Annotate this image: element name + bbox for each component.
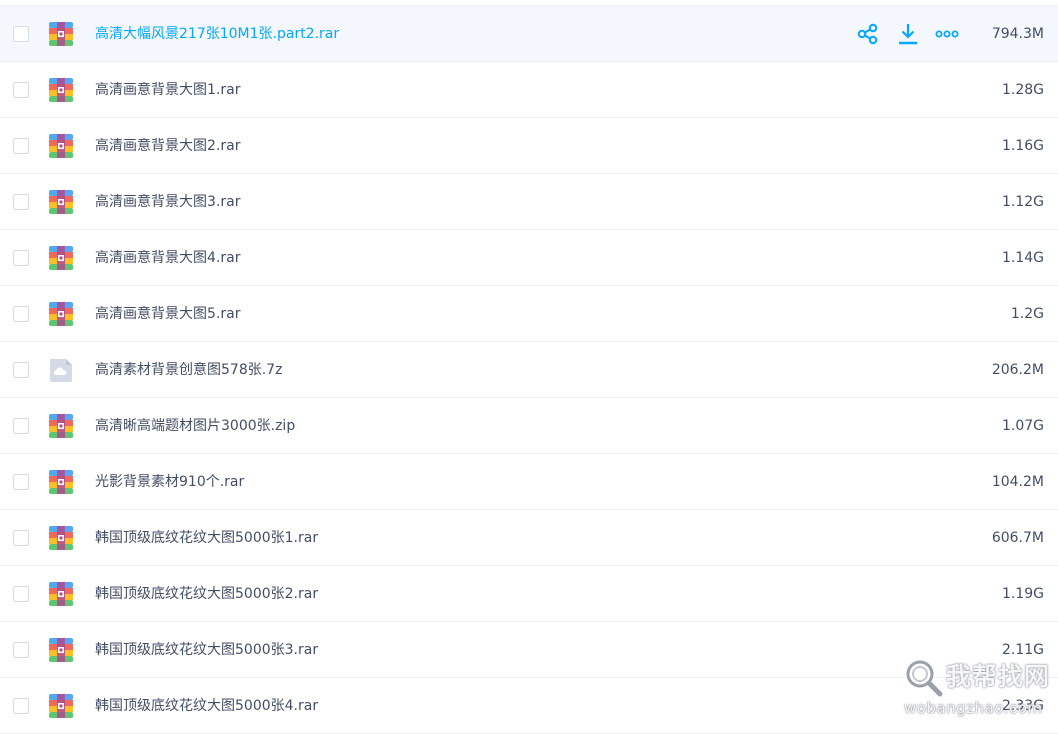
file-row[interactable]: 光影背景素材910个.rar 104.2M — [0, 454, 1058, 510]
file-name[interactable]: 高清晰高端题材图片3000张.zip — [95, 416, 295, 436]
file-size: 606.7M — [991, 530, 1044, 546]
rar-archive-icon — [49, 246, 73, 270]
rar-archive-icon — [49, 78, 73, 102]
watermark: 我帮找网 wobangzhao.com — [900, 652, 1058, 729]
row-checkbox[interactable] — [13, 530, 29, 546]
file-size: 1.14G — [1001, 250, 1044, 266]
row-checkbox[interactable] — [13, 250, 29, 266]
file-name[interactable]: 韩国顶级底纹花纹大图5000张1.rar — [95, 528, 318, 548]
cloud-file-icon — [50, 359, 72, 382]
rar-archive-icon — [49, 638, 73, 662]
rar-archive-icon — [49, 470, 73, 494]
file-name[interactable]: 高清画意背景大图3.rar — [95, 192, 240, 212]
rar-archive-icon — [49, 582, 73, 606]
more-icon[interactable] — [935, 22, 959, 46]
magnifier-icon — [906, 660, 943, 697]
file-name[interactable]: 韩国顶级底纹花纹大图5000张2.rar — [95, 584, 318, 604]
download-icon[interactable] — [896, 22, 920, 46]
file-row[interactable]: 韩国顶级底纹花纹大图5000张1.rar 606.7M — [0, 510, 1058, 566]
row-checkbox[interactable] — [13, 306, 29, 322]
watermark-url: wobangzhao.com — [904, 699, 1043, 717]
file-row[interactable]: 高清素材背景创意图578张.7z 206.2M — [0, 342, 1058, 398]
row-actions — [856, 22, 966, 46]
share-icon[interactable] — [856, 22, 880, 46]
file-row[interactable]: 高清晰高端题材图片3000张.zip 1.07G — [0, 398, 1058, 454]
rar-archive-icon — [49, 414, 73, 438]
file-name[interactable]: 光影背景素材910个.rar — [95, 472, 244, 492]
file-row[interactable]: 高清画意背景大图4.rar 1.14G — [0, 230, 1058, 286]
row-checkbox[interactable] — [13, 82, 29, 98]
file-name[interactable]: 高清画意背景大图4.rar — [95, 248, 240, 268]
row-checkbox[interactable] — [13, 26, 29, 42]
row-checkbox[interactable] — [13, 138, 29, 154]
file-size: 1.07G — [1001, 418, 1044, 434]
file-row[interactable]: 高清画意背景大图1.rar 1.28G — [0, 62, 1058, 118]
file-row[interactable]: 高清画意背景大图2.rar 1.16G — [0, 118, 1058, 174]
file-name[interactable]: 韩国顶级底纹花纹大图5000张3.rar — [95, 640, 318, 660]
watermark-text: 我帮找网 — [946, 662, 1051, 691]
row-checkbox[interactable] — [13, 474, 29, 490]
file-size: 794.3M — [991, 26, 1044, 42]
file-row[interactable]: 韩国顶级底纹花纹大图5000张2.rar 1.19G — [0, 566, 1058, 622]
file-name[interactable]: 高清画意背景大图2.rar — [95, 136, 240, 156]
file-list: 高清大幅风景217张10M1张.part2.rar 794.3M 高清画意背景大… — [0, 5, 1058, 734]
file-size: 1.28G — [1001, 82, 1044, 98]
rar-archive-icon — [49, 22, 73, 46]
rar-archive-icon — [49, 526, 73, 550]
row-checkbox[interactable] — [13, 418, 29, 434]
file-size: 104.2M — [991, 474, 1044, 490]
file-size: 1.12G — [1001, 194, 1044, 210]
rar-archive-icon — [49, 302, 73, 326]
file-name[interactable]: 高清素材背景创意图578张.7z — [95, 360, 282, 380]
file-size: 1.2G — [1010, 306, 1044, 322]
row-checkbox[interactable] — [13, 194, 29, 210]
row-checkbox[interactable] — [13, 698, 29, 714]
file-size: 1.19G — [1001, 586, 1044, 602]
file-name[interactable]: 韩国顶级底纹花纹大图5000张4.rar — [95, 696, 318, 716]
row-checkbox[interactable] — [13, 642, 29, 658]
rar-archive-icon — [49, 134, 73, 158]
file-name[interactable]: 高清画意背景大图1.rar — [95, 80, 240, 100]
file-row[interactable]: 高清画意背景大图5.rar 1.2G — [0, 286, 1058, 342]
file-size: 206.2M — [991, 362, 1044, 378]
file-size: 1.16G — [1001, 138, 1044, 154]
file-name[interactable]: 高清画意背景大图5.rar — [95, 304, 240, 324]
rar-archive-icon — [49, 694, 73, 718]
row-checkbox[interactable] — [13, 586, 29, 602]
row-checkbox[interactable] — [13, 362, 29, 378]
file-row[interactable]: 高清画意背景大图3.rar 1.12G — [0, 174, 1058, 230]
rar-archive-icon — [49, 190, 73, 214]
file-name[interactable]: 高清大幅风景217张10M1张.part2.rar — [95, 24, 339, 44]
file-row[interactable]: 高清大幅风景217张10M1张.part2.rar 794.3M — [0, 6, 1058, 62]
